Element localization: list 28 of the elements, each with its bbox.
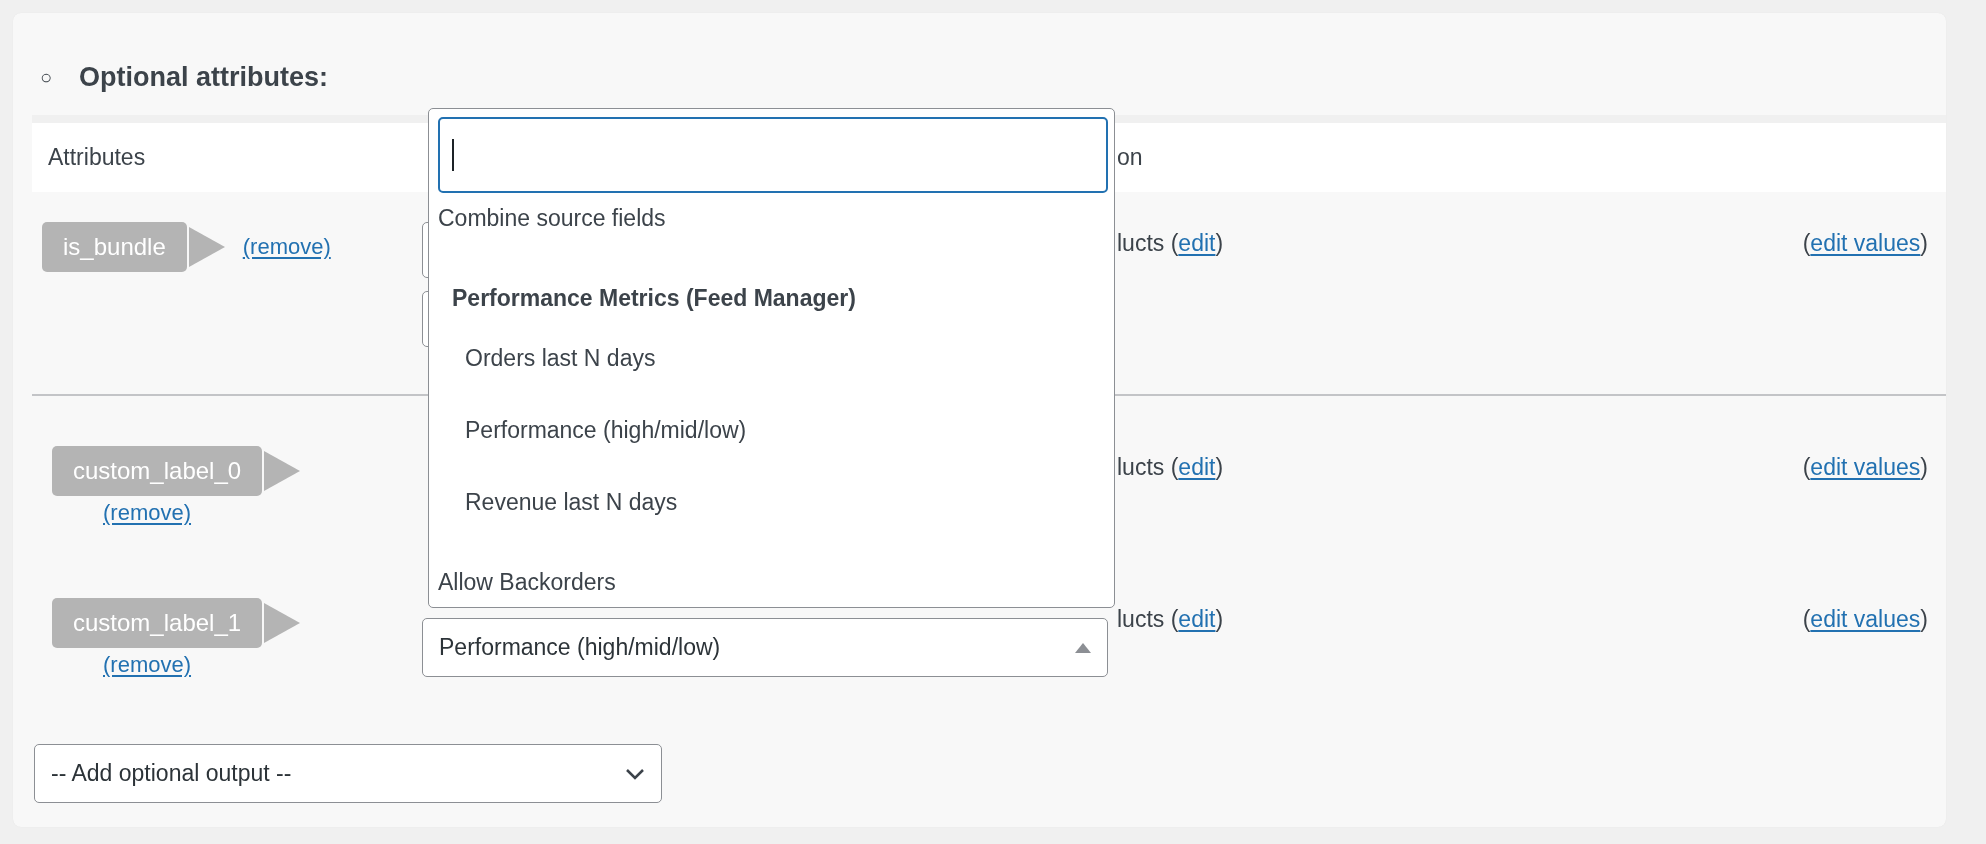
text-cursor bbox=[452, 139, 454, 171]
remove-link[interactable]: (remove) bbox=[242, 234, 331, 260]
column-header: on bbox=[1117, 144, 1143, 171]
dropdown-option[interactable]: Combine source fields bbox=[438, 203, 1108, 233]
select-field[interactable]: -- Add optional output -- bbox=[34, 744, 662, 803]
arrow-icon bbox=[264, 451, 301, 491]
scope-text: lucts (edit) bbox=[1117, 606, 1224, 632]
triangle-up-icon bbox=[1075, 642, 1091, 653]
edit-values-text: (edit values) bbox=[1802, 454, 1928, 480]
column-header: Attributes bbox=[48, 144, 146, 170]
arrow-icon bbox=[188, 227, 225, 267]
dropdown-option[interactable]: Orders last N days bbox=[465, 343, 1108, 373]
edit-values-text: (edit values) bbox=[1802, 606, 1928, 632]
remove-link[interactable]: (remove) bbox=[103, 652, 191, 678]
edit-values-text: (edit values) bbox=[1802, 230, 1928, 256]
dropdown-option[interactable]: Revenue last N days bbox=[465, 487, 1108, 517]
arrow-icon bbox=[264, 603, 301, 643]
scope-text: lucts (edit) bbox=[1117, 230, 1224, 256]
search-field[interactable] bbox=[438, 117, 1108, 193]
chevron-down-icon bbox=[625, 767, 645, 780]
option-group-label: Performance Metrics (Feed Manager) bbox=[452, 284, 857, 313]
bullet-icon: ○ bbox=[32, 65, 79, 89]
section-title: Optional attributes: bbox=[79, 61, 328, 93]
select-field[interactable]: Performance (high/mid/low) bbox=[422, 618, 1108, 677]
remove-link[interactable]: (remove) bbox=[103, 500, 191, 526]
dropdown-option[interactable]: Performance (high/mid/low) bbox=[465, 415, 1108, 445]
scope-text: lucts (edit) bbox=[1117, 454, 1224, 480]
dropdown-option[interactable]: Allow Backorders bbox=[438, 567, 1108, 597]
